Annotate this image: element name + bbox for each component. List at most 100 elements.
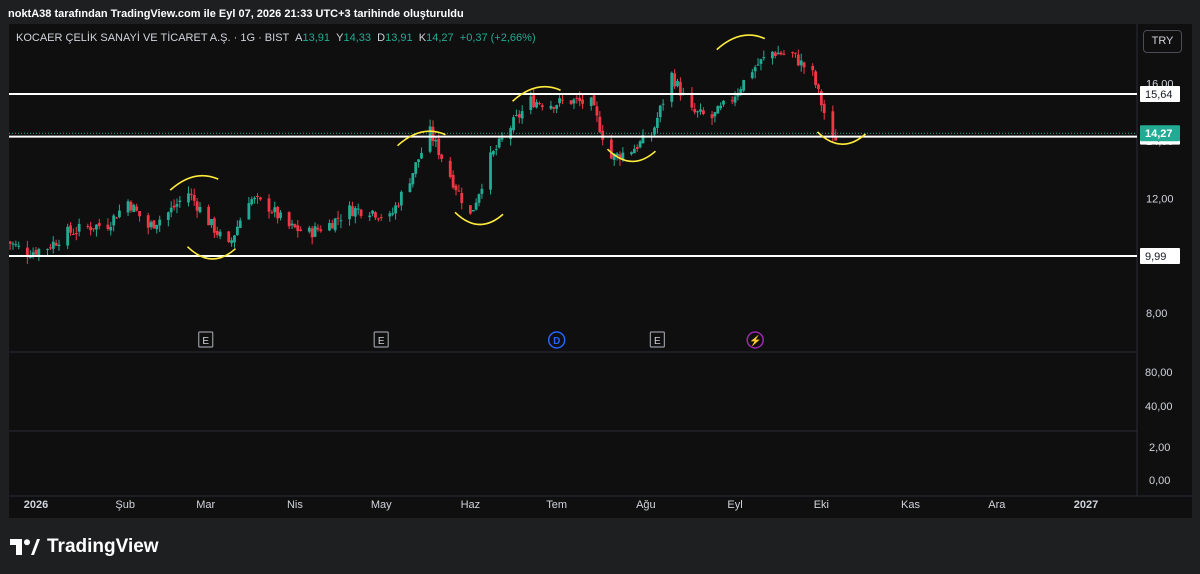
candle-body [742,80,746,91]
candle-body [138,211,141,217]
legend-high-value: 14,33 [343,32,372,44]
candle-body [293,224,297,228]
candle-body [699,109,702,112]
candle-body [132,204,136,213]
legend-open-label: A [295,32,303,44]
candle-body [517,114,521,118]
candle-body [408,183,412,193]
candle-body [287,212,291,227]
candle-body [598,116,602,133]
candle-body [189,193,193,195]
candle-body [126,201,130,213]
candle-body [92,228,95,230]
candle-body [74,233,78,235]
candle-body [538,103,541,105]
candle-body [520,111,524,119]
candle-body [374,212,377,218]
candle-body [581,99,584,104]
candle-body [250,199,254,205]
candle-body [632,148,636,154]
candle-body [515,115,518,117]
time-tick-label: Ara [988,499,1006,511]
candle-body [307,227,311,232]
candle-body [353,208,357,217]
candle-body [71,233,75,235]
candle-body [166,212,170,220]
candle-body [187,193,190,203]
candle-body [97,223,101,226]
candle-body [799,60,803,66]
time-tick-label: Şub [115,499,135,511]
currency-button[interactable]: TRY [1143,30,1182,53]
candle-body [238,220,242,228]
candle-body [316,227,320,230]
candle-body [233,235,236,243]
candle-body [759,59,763,64]
chart-panel[interactable]: 8,0010,0012,0014,0016,0080,0040,002,000,… [9,24,1192,518]
candle-body [817,84,820,89]
candle-body [57,244,61,247]
candle-body [794,52,797,54]
highlight-curve[interactable] [716,34,766,51]
candle-body [376,218,380,220]
candle-body [86,226,90,228]
candle-body [451,174,455,188]
candle-body [279,212,282,218]
candle-body [601,130,605,140]
legend-symbol: KOCAER ÇELİK SANAYİ VE TİCARET A.Ş. · 1G… [16,32,290,44]
candle-body [66,226,70,246]
candle-body [529,96,533,111]
candle-body [339,220,343,222]
candle-body [448,160,452,177]
candle-body [310,228,314,238]
candle-body [796,54,800,66]
candle-body [730,100,734,102]
candle-body [471,210,475,212]
candle-body [14,244,18,246]
candle-body [109,227,113,231]
candle-body [661,103,665,105]
candle-body [158,219,162,226]
candle-body [118,210,121,218]
candle-body [710,114,714,119]
highlight-curve[interactable] [169,174,219,191]
candle-body [578,97,582,102]
price-chart[interactable]: 8,0010,0012,0014,0016,0080,0040,002,000,… [9,24,1192,518]
candle-body [454,185,458,191]
candle-body [713,112,717,117]
candle-body [227,231,231,243]
candle-body [609,139,613,159]
tradingview-brand: TradingView [10,535,159,559]
candle-body [172,205,176,208]
indicator-tick-label: 80,00 [1145,367,1173,379]
candle-body [457,190,461,192]
candle-body [371,210,374,214]
candle-body [753,67,757,72]
candle-body [296,225,300,232]
highlight-curve[interactable] [454,211,504,226]
indicator-tick-label: 0,00 [1149,475,1170,487]
candle-body [319,229,323,232]
indicator-tick-label: 2,00 [1149,442,1170,454]
candle-body [175,204,179,207]
candle-body [192,194,196,201]
candle-body [655,117,659,128]
event-label: E [202,336,209,347]
time-tick-label: Mar [196,499,215,511]
candle-body [34,250,38,255]
candle-body [37,248,41,256]
attribution-text: noktA38 tarafından TradingView.com ile E… [8,8,464,20]
candle-body [814,71,817,85]
candle-body [215,230,219,235]
candle-body [762,57,766,59]
candle-body [258,197,262,200]
candle-body [51,241,55,249]
candle-body [212,218,216,233]
price-tick-label: 12,00 [1146,193,1174,205]
highlight-curve[interactable] [816,131,867,145]
candle-body [391,213,395,215]
price-tick-label: 8,00 [1146,308,1167,320]
candle-body [397,205,400,207]
candle-body [434,139,438,142]
highlight-curve[interactable] [186,246,237,260]
